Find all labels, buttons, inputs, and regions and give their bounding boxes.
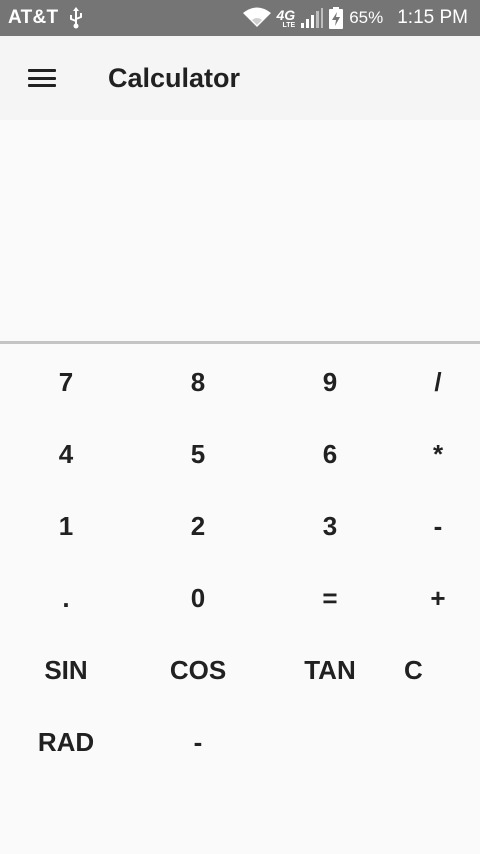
network-type-label: 4G — [276, 6, 296, 23]
wifi-icon — [242, 7, 271, 29]
key-equals[interactable]: = — [264, 562, 396, 634]
key-sin[interactable]: SIN — [0, 634, 132, 706]
display-divider — [0, 341, 480, 344]
key-5[interactable]: 5 — [132, 418, 264, 490]
key-4[interactable]: 4 — [0, 418, 132, 490]
key-negate[interactable]: - — [132, 706, 264, 778]
key-3[interactable]: 3 — [264, 490, 396, 562]
key-cos[interactable]: COS — [132, 634, 264, 706]
battery-percent: 65% — [349, 8, 384, 27]
key-decimal[interactable]: . — [0, 562, 132, 634]
key-row-1: 7 8 9 / — [0, 346, 480, 418]
battery-charging-icon — [329, 7, 344, 29]
key-add[interactable]: + — [396, 562, 480, 634]
key-8[interactable]: 8 — [132, 346, 264, 418]
calculator-screen: AT&T 4G LTE 65% 1:15 PM Calculator 7 8 9… — [0, 0, 480, 854]
network-type-indicator: 4G LTE — [277, 8, 296, 29]
key-7[interactable]: 7 — [0, 346, 132, 418]
network-subtype-label: LTE — [282, 21, 296, 29]
key-tan[interactable]: TAN — [264, 634, 396, 706]
key-divide[interactable]: / — [396, 346, 480, 418]
key-subtract[interactable]: - — [396, 490, 480, 562]
key-1[interactable]: 1 — [0, 490, 132, 562]
status-right: 4G LTE 65% 1:15 PM — [237, 7, 480, 29]
usb-icon — [68, 7, 84, 29]
signal-icon — [301, 8, 324, 28]
hamburger-menu-icon — [28, 69, 56, 87]
key-clear[interactable]: C — [396, 634, 480, 706]
key-row-2: 4 5 6 * — [0, 418, 480, 490]
key-6[interactable]: 6 — [264, 418, 396, 490]
key-row-6: RAD - — [0, 706, 480, 778]
status-bar: AT&T 4G LTE 65% 1:15 PM — [0, 0, 480, 36]
key-row-5: SIN COS TAN C — [0, 634, 480, 706]
key-empty-1 — [264, 706, 396, 778]
key-9[interactable]: 9 — [264, 346, 396, 418]
key-empty-2 — [396, 706, 480, 778]
key-row-3: 1 2 3 - — [0, 490, 480, 562]
carrier-label: AT&T — [8, 7, 59, 28]
key-0[interactable]: 0 — [132, 562, 264, 634]
key-2[interactable]: 2 — [132, 490, 264, 562]
status-time: 1:15 PM — [397, 7, 468, 28]
keypad: 7 8 9 / 4 5 6 * 1 2 3 - . 0 = + SIN COS … — [0, 346, 480, 778]
key-rad[interactable]: RAD — [0, 706, 132, 778]
key-row-4: . 0 = + — [0, 562, 480, 634]
status-left: AT&T — [0, 7, 84, 29]
app-title: Calculator — [108, 62, 241, 93]
app-bar: Calculator — [0, 36, 480, 120]
key-multiply[interactable]: * — [396, 418, 480, 490]
menu-button[interactable] — [20, 56, 64, 100]
calculator-display — [0, 120, 480, 342]
